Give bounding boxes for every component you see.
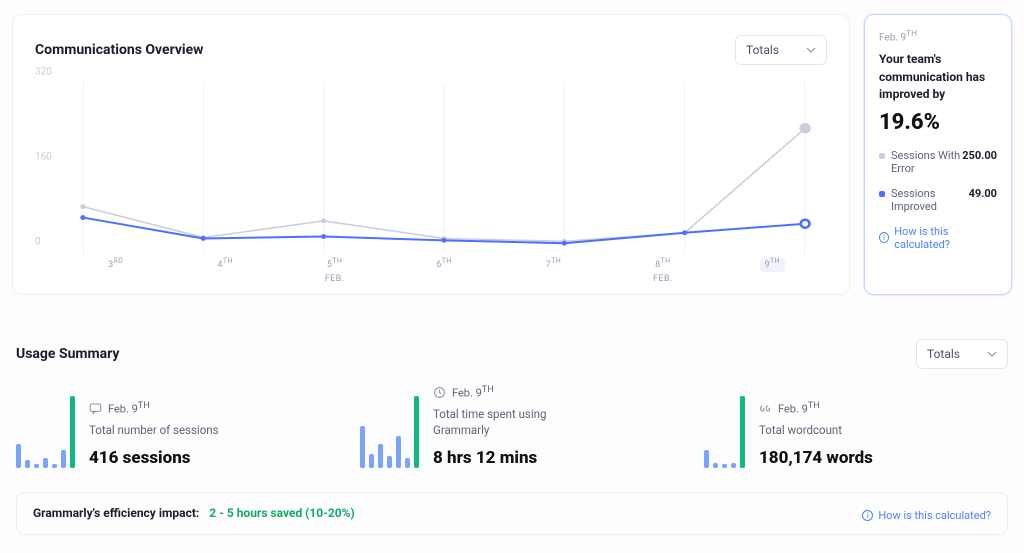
overview-selector-label: Totals	[746, 43, 779, 57]
overview-summary-card: Feb. 9TH Your team's communication has i…	[864, 14, 1012, 295]
x-tick[interactable]: 9TH	[718, 257, 827, 284]
usage-label: Total number of sessions	[89, 422, 219, 438]
legend-row: Sessions With Error250.00	[879, 149, 997, 175]
x-axis: 3RD4TH5THFEB.6TH7TH8THFEB.9TH	[61, 257, 827, 284]
impact-label: Grammarly's efficiency impact:	[33, 506, 199, 520]
usage-label: Total time spent using Grammarly	[433, 406, 583, 438]
sparkline-bars	[360, 394, 419, 468]
usage-title: Usage Summary	[16, 346, 119, 362]
impact-how-calculated-link[interactable]: i How is this calculated?	[862, 509, 991, 522]
info-icon: i	[862, 510, 873, 521]
clock-icon	[433, 386, 446, 399]
how-calculated-link[interactable]: i How is this calculated?	[879, 225, 997, 251]
usage-value: 180,174 words	[759, 448, 873, 468]
sparkline-bars	[16, 394, 75, 468]
usage-selector-label: Totals	[927, 347, 960, 361]
x-tick[interactable]: 3RD	[61, 257, 170, 284]
usage-value: 416 sessions	[89, 448, 219, 468]
info-icon: i	[879, 232, 889, 243]
usage-selector[interactable]: Totals	[916, 339, 1008, 369]
usage-item: Feb. 9THTotal number of sessions416 sess…	[16, 385, 320, 468]
chevron-down-icon	[806, 45, 816, 55]
x-tick[interactable]: 6TH	[389, 257, 498, 284]
x-tick[interactable]: 7TH	[499, 257, 608, 284]
overview-selector[interactable]: Totals	[735, 35, 827, 65]
impact-value: 2 - 5 hours saved (10-20%)	[209, 506, 354, 520]
sparkline-bars	[704, 394, 745, 468]
y-tick: 160	[35, 152, 52, 163]
efficiency-impact-bar: Grammarly's efficiency impact: 2 - 5 hou…	[16, 492, 1008, 535]
legend-dot	[879, 191, 885, 197]
chevron-down-icon	[987, 349, 997, 359]
usage-value: 8 hrs 12 mins	[433, 448, 583, 468]
summary-headline: Your team's communication has improved b…	[879, 51, 997, 103]
y-tick: 0	[35, 237, 41, 248]
x-tick[interactable]: 4TH	[170, 257, 279, 284]
plot-area	[61, 83, 827, 253]
communications-overview-card: Communications Overview Totals 0 160 320 3…	[12, 14, 850, 295]
legend-row: Sessions Improved49.00	[879, 187, 997, 213]
quote-icon	[759, 402, 772, 415]
overview-line-chart[interactable]: 0160320	[35, 83, 827, 253]
usage-label: Total wordcount	[759, 422, 873, 438]
overview-title: Communications Overview	[35, 42, 203, 58]
x-tick[interactable]: 8THFEB.	[608, 257, 717, 284]
x-tick[interactable]: 5THFEB.	[280, 257, 389, 284]
summary-percent: 19.6%	[879, 110, 997, 135]
usage-item: Feb. 9THTotal time spent using Grammarly…	[360, 385, 664, 468]
usage-item: Feb. 9THTotal wordcount180,174 words	[704, 385, 1008, 468]
legend-dot	[879, 153, 885, 159]
y-tick: 320	[35, 67, 52, 78]
y-axis: 0160320	[35, 83, 61, 253]
chat-icon	[89, 402, 102, 415]
summary-date: Feb. 9TH	[879, 29, 997, 43]
